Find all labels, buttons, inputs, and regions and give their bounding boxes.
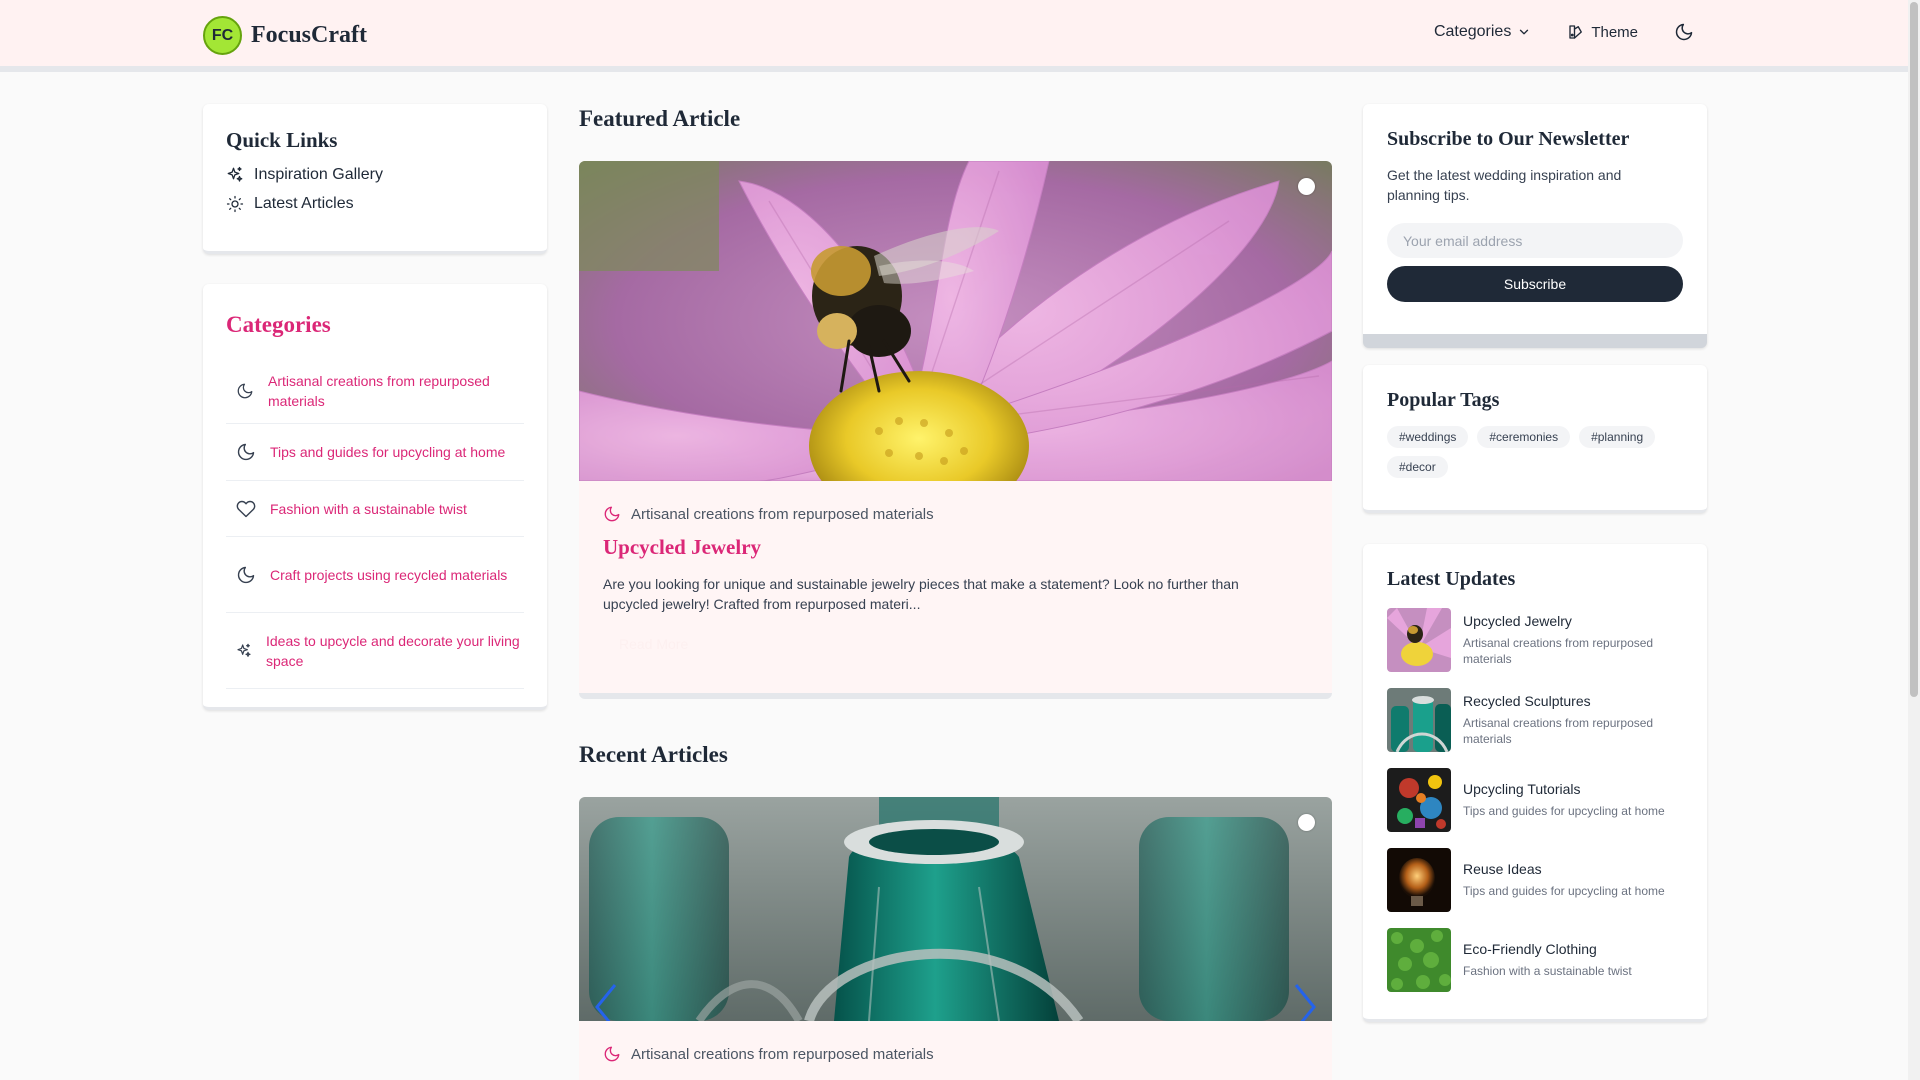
email-field[interactable] (1387, 223, 1683, 258)
quick-links-card: Quick Links Inspiration Gallery Latest A… (203, 104, 547, 254)
update-thumbnail (1387, 848, 1451, 912)
tag-chip[interactable]: #ceremonies (1477, 426, 1571, 448)
category-label: Craft projects using recycled materials (270, 566, 508, 583)
quick-link-inspiration-gallery[interactable]: Inspiration Gallery (226, 166, 524, 184)
category-item[interactable]: Craft projects using recycled materials (226, 537, 524, 613)
moon-icon (236, 565, 256, 585)
quick-link-label: Latest Articles (254, 195, 354, 212)
featured-category-label: Artisanal creations from repurposed mate… (631, 505, 934, 523)
update-item[interactable]: Upcycling Tutorials Tips and guides for … (1387, 768, 1683, 832)
update-thumbnail (1387, 928, 1451, 992)
category-item[interactable]: Fashion with a sustainable twist (226, 481, 524, 537)
update-subtitle: Fashion with a sustainable twist (1463, 964, 1632, 978)
quick-links-title: Quick Links (226, 128, 338, 152)
moon-icon (1674, 22, 1694, 42)
featured-excerpt: Are you looking for unique and sustainab… (603, 576, 1239, 612)
categories-dropdown-label: Categories (1433, 23, 1512, 40)
category-item[interactable]: Ideas to upcycle and decorate your livin… (226, 613, 524, 689)
update-item[interactable]: Recycled Sculptures Artisanal creations … (1387, 688, 1683, 752)
quick-link-label: Inspiration Gallery (254, 166, 383, 183)
newsletter-card: Subscribe to Our Newsletter Get the late… (1363, 104, 1707, 348)
quick-link-latest-articles[interactable]: Latest Articles (226, 195, 524, 213)
dark-mode-toggle[interactable] (1674, 22, 1694, 42)
featured-category: Artisanal creations from repurposed mate… (603, 505, 1308, 523)
scrollbar-thumb[interactable] (1910, 2, 1918, 697)
popular-tags-card: Popular Tags #weddings #ceremonies #plan… (1363, 365, 1707, 513)
category-label: Ideas to upcycle and decorate your livin… (266, 632, 520, 669)
carousel-indicator[interactable] (1298, 178, 1315, 195)
recent-category: Artisanal creations from repurposed mate… (603, 1045, 1308, 1063)
latest-updates-list: Upcycled Jewelry Artisanal creations fro… (1387, 608, 1683, 992)
tag-chip[interactable]: #decor (1387, 456, 1448, 478)
latest-updates-card: Latest Updates Upcycled Jewelry Artisana… (1363, 544, 1707, 1022)
categories-card: Categories Artisanal creations from repu… (203, 284, 547, 710)
update-thumbnail (1387, 608, 1451, 672)
read-more-button[interactable]: Read More (603, 630, 705, 658)
recent-article-body: Artisanal creations from repurposed mate… (579, 1021, 1332, 1063)
moon-icon (236, 382, 254, 400)
header-nav: Categories Theme (1434, 22, 1694, 42)
update-subtitle: Tips and guides for upcycling at home (1463, 884, 1665, 898)
update-thumbnail (1387, 688, 1451, 752)
update-subtitle: Tips and guides for upcycling at home (1463, 804, 1665, 818)
brand-logo[interactable]: FC (203, 16, 242, 55)
carousel-indicator[interactable] (1298, 814, 1315, 831)
newsletter-title: Subscribe to Our Newsletter (1387, 128, 1630, 150)
featured-title[interactable]: Upcycled Jewelry (603, 535, 1308, 560)
featured-article-body: Artisanal creations from repurposed mate… (579, 481, 1332, 658)
heart-icon (236, 499, 256, 519)
category-item[interactable]: Tips and guides for upcycling at home (226, 424, 524, 481)
recent-heading: Recent Articles (579, 742, 728, 767)
update-item[interactable]: Upcycled Jewelry Artisanal creations fro… (1387, 608, 1683, 672)
sparkles-icon (236, 643, 252, 659)
brand-name[interactable]: FocusCraft (251, 22, 367, 49)
tag-list: #weddings #ceremonies #planning #decor (1387, 426, 1677, 478)
sparkles-icon (226, 166, 244, 184)
categories-list: Artisanal creations from repurposed mate… (226, 359, 524, 689)
palette-icon (1567, 23, 1585, 41)
update-thumbnail (1387, 768, 1451, 832)
category-label: Tips and guides for upcycling at home (270, 444, 506, 460)
quick-links-list: Inspiration Gallery Latest Articles (226, 166, 524, 213)
moon-icon (603, 505, 621, 523)
update-title: Recycled Sculptures (1463, 693, 1591, 709)
theme-button[interactable]: Theme (1567, 23, 1638, 41)
update-title: Reuse Ideas (1463, 861, 1542, 877)
moon-icon (603, 1045, 621, 1063)
carousel-next-button[interactable] (1284, 977, 1324, 1021)
category-label: Artisanal creations from repurposed mate… (268, 373, 490, 409)
newsletter-description: Get the latest wedding inspiration and p… (1387, 167, 1622, 203)
tag-chip[interactable]: #planning (1579, 426, 1656, 448)
latest-updates-title: Latest Updates (1387, 568, 1516, 590)
update-item[interactable]: Eco-Friendly Clothing Fashion with a sus… (1387, 928, 1683, 992)
popular-tags-title: Popular Tags (1387, 389, 1500, 411)
recent-image (579, 797, 1332, 1021)
update-subtitle: Artisanal creations from repurposed mate… (1463, 716, 1654, 746)
recent-category-label: Artisanal creations from repurposed mate… (631, 1045, 934, 1063)
sun-icon (226, 195, 244, 213)
top-navbar: FC FocusCraft Categories Theme (0, 0, 1908, 72)
update-item[interactable]: Reuse Ideas Tips and guides for upcyclin… (1387, 848, 1683, 912)
theme-button-label: Theme (1591, 23, 1638, 41)
categories-title: Categories (226, 312, 331, 337)
update-subtitle: Artisanal creations from repurposed mate… (1463, 636, 1654, 666)
tag-chip[interactable]: #weddings (1387, 426, 1469, 448)
categories-dropdown[interactable]: Categories (1434, 23, 1531, 41)
featured-image (579, 161, 1332, 481)
moon-icon (236, 442, 256, 462)
category-item[interactable]: Artisanal creations from repurposed mate… (226, 359, 524, 424)
subscribe-button[interactable]: Subscribe (1387, 266, 1683, 302)
featured-heading: Featured Article (579, 106, 741, 131)
carousel-prev-button[interactable] (587, 977, 627, 1021)
update-title: Eco-Friendly Clothing (1463, 941, 1597, 957)
update-title: Upcycling Tutorials (1463, 781, 1581, 797)
update-title: Upcycled Jewelry (1463, 613, 1572, 629)
recent-article-card[interactable]: Artisanal creations from repurposed mate… (579, 797, 1332, 1080)
featured-article-card[interactable]: Artisanal creations from repurposed mate… (579, 161, 1332, 699)
category-label: Fashion with a sustainable twist (270, 500, 467, 517)
chevron-down-icon (1517, 25, 1531, 39)
page-scrollbar[interactable] (1908, 0, 1920, 1080)
brand[interactable]: FC FocusCraft (203, 16, 367, 55)
